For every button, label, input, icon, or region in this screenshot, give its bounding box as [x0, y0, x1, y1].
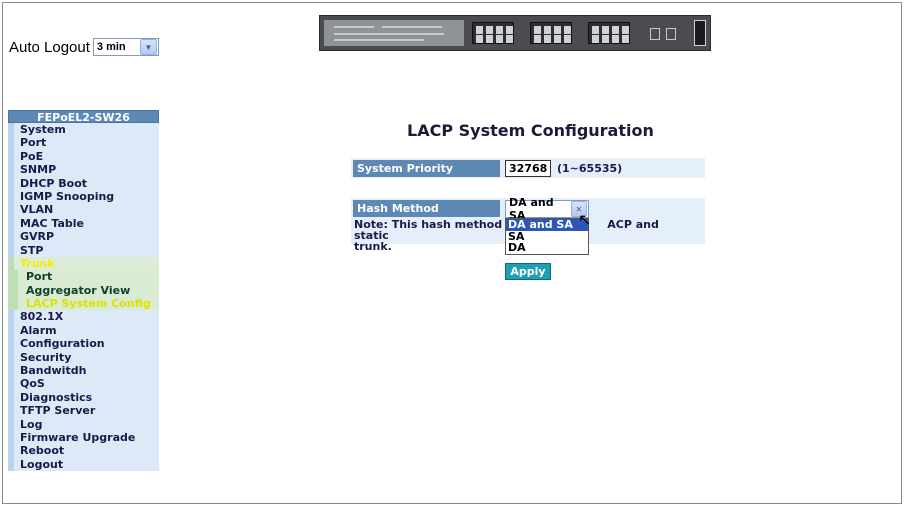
- sidebar-item-stp[interactable]: STP: [8, 243, 159, 257]
- system-priority-input[interactable]: 32768: [505, 160, 551, 177]
- sidebar-item-firmware-upgrade[interactable]: Firmware Upgrade: [8, 430, 159, 445]
- sidebar-item-configuration[interactable]: Configuration: [8, 337, 159, 351]
- sidebar-subitem-aggregator-view[interactable]: Aggregator View: [8, 283, 159, 298]
- auto-logout: Auto Logout 3 min ▼: [9, 38, 159, 56]
- sidebar-item-port[interactable]: Port: [8, 136, 159, 150]
- sidebar-item-gvrp[interactable]: GVRP: [8, 230, 159, 244]
- system-priority-row: System Priority 32768 (1~65535): [351, 158, 705, 178]
- note-text-line2: trunk.: [354, 240, 392, 253]
- sidebar-item-alarm[interactable]: Alarm: [8, 323, 159, 338]
- dropdown-option-da[interactable]: DA: [506, 242, 588, 254]
- apply-button[interactable]: Apply: [505, 263, 551, 280]
- sidebar-item-bandwidth[interactable]: Bandwitdh: [8, 364, 159, 378]
- mouse-cursor-icon: ↖: [578, 210, 592, 229]
- page-title: LACP System Configuration: [407, 121, 654, 140]
- hash-method-label: Hash Method: [353, 200, 500, 217]
- chevron-down-icon[interactable]: ▼: [139, 39, 157, 55]
- sidebar: FEPoEL2-SW26 System Port PoE SNMP DHCP B…: [8, 110, 159, 472]
- sidebar-item-trunk[interactable]: Trunk: [8, 256, 159, 271]
- switch-port-block: [530, 22, 572, 44]
- system-priority-range: (1~65535): [557, 162, 623, 175]
- auto-logout-label: Auto Logout: [9, 38, 90, 56]
- switch-console-port: [694, 20, 706, 46]
- hash-method-dropdown-list[interactable]: DA and SA SA DA: [505, 218, 589, 256]
- sidebar-item-logout[interactable]: Logout: [8, 457, 159, 472]
- sidebar-item-diagnostics[interactable]: Diagnostics: [8, 390, 159, 405]
- sidebar-header: FEPoEL2-SW26: [8, 110, 159, 124]
- switch-port-block: [472, 22, 514, 44]
- sidebar-item-log[interactable]: Log: [8, 417, 159, 431]
- sidebar-item-vlan[interactable]: VLAN: [8, 203, 159, 217]
- sidebar-subitem-trunk-port[interactable]: Port: [8, 270, 159, 284]
- auto-logout-select[interactable]: 3 min ▼: [92, 38, 159, 56]
- sidebar-item-security[interactable]: Security: [8, 350, 159, 365]
- sidebar-item-system[interactable]: System: [8, 123, 159, 137]
- hash-method-select[interactable]: DA and SA ✕: [505, 196, 589, 222]
- sidebar-item-8021x[interactable]: 802.1X: [8, 310, 159, 324]
- dropdown-option-da-and-sa[interactable]: DA and SA: [506, 219, 588, 231]
- sidebar-item-poe[interactable]: PoE: [8, 149, 159, 164]
- switch-uplink-port: [666, 28, 676, 40]
- auto-logout-value: 3 min: [96, 41, 126, 53]
- switch-led-panel: [324, 20, 464, 46]
- sidebar-item-mac-table[interactable]: MAC Table: [8, 216, 159, 231]
- sidebar-item-igmp-snooping[interactable]: IGMP Snooping: [8, 189, 159, 204]
- sidebar-item-tftp-server[interactable]: TFTP Server: [8, 404, 159, 418]
- sidebar-item-qos[interactable]: QoS: [8, 377, 159, 391]
- switch-device-image: [319, 15, 711, 51]
- sidebar-item-dhcp-boot[interactable]: DHCP Boot: [8, 176, 159, 190]
- sidebar-subitem-lacp-system-config[interactable]: LACP System Config: [8, 297, 159, 311]
- system-priority-label: System Priority: [353, 160, 500, 177]
- switch-port-block: [588, 22, 630, 44]
- sidebar-item-snmp[interactable]: SNMP: [8, 163, 159, 177]
- switch-uplink-port: [650, 28, 660, 40]
- sidebar-item-reboot[interactable]: Reboot: [8, 444, 159, 458]
